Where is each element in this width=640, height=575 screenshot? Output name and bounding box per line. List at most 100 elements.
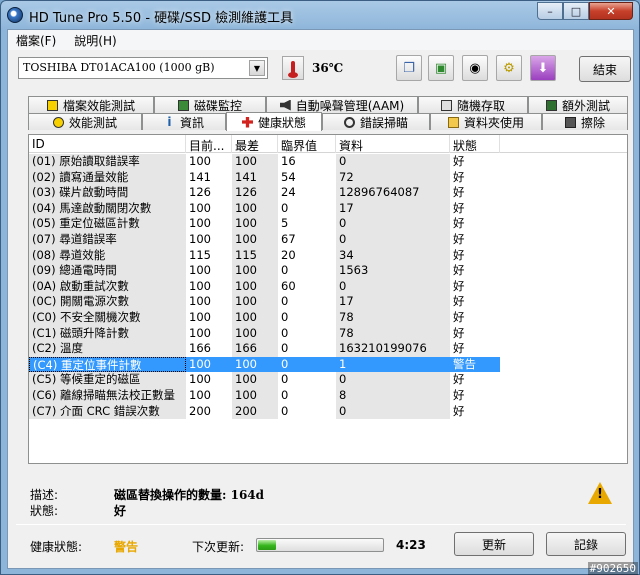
tab-extra-tests[interactable]: 額外測試 <box>528 96 628 113</box>
close-button[interactable]: ✕ <box>589 2 633 20</box>
table-row[interactable]: (02) 讀寫通量效能 141 141 54 72 好 <box>29 169 627 186</box>
cell-worst: 100 <box>232 154 278 170</box>
cell-worst: 100 <box>232 356 278 373</box>
tab-file-benchmark[interactable]: 檔案效能測試 <box>28 96 154 113</box>
cell-threshold: 54 <box>281 169 296 184</box>
cell-id: (0A) 啟動重試次數 <box>29 278 186 295</box>
column-worst[interactable]: 最差 <box>232 135 278 153</box>
log-button[interactable]: 記錄 <box>546 532 626 556</box>
progress-fill <box>258 540 276 550</box>
table-row[interactable]: (0A) 啟動重試次數 100 100 60 0 好 <box>29 278 627 295</box>
menu-help[interactable]: 說明(H) <box>74 32 116 49</box>
cell-worst: 100 <box>232 325 278 342</box>
tab-disk-monitor[interactable]: 磁碟監控 <box>154 96 266 113</box>
divider <box>16 524 626 525</box>
cell-worst: 100 <box>232 263 278 279</box>
tab-erase[interactable]: 擦除 <box>542 113 628 130</box>
title-bar[interactable]: HD Tune Pro 5.50 - 硬碟/SSD 檢測維護工具 – □ ✕ <box>1 1 639 29</box>
tab-info[interactable]: i 資訊 <box>142 113 226 130</box>
minimize-button[interactable]: – <box>537 2 563 20</box>
copy-text-button[interactable]: ❐ <box>396 55 422 81</box>
table-row[interactable]: (C2) 溫度 166 166 0 163210199076 好 <box>29 341 627 357</box>
menu-file[interactable]: 檔案(F) <box>16 32 56 49</box>
cell-current: 100 <box>189 154 211 168</box>
cell-data: 34 <box>336 247 450 264</box>
cell-status: 好 <box>453 325 465 340</box>
copy-screenshot-button[interactable]: ▣ <box>428 55 454 81</box>
cell-data: 0 <box>336 403 450 420</box>
cell-id: (04) 馬達啟動關閉次數 <box>29 200 186 217</box>
health-status-label: 健康狀態: <box>30 540 83 554</box>
cell-current: 100 <box>189 231 211 246</box>
table-row[interactable]: (04) 馬達啟動關閉次數 100 100 0 17 好 <box>29 200 627 217</box>
table-row[interactable]: (07) 尋道錯誤率 100 100 67 0 好 <box>29 231 627 248</box>
download-button[interactable]: ⬇ <box>530 55 556 81</box>
description-value: 磁區替換操作的數量: 164d <box>114 488 265 502</box>
tab-benchmark[interactable]: 效能測試 <box>28 113 142 130</box>
table-row[interactable]: (C5) 等候重定的磁區 100 100 0 0 好 <box>29 372 627 388</box>
table-row[interactable]: (0C) 開關電源次數 100 100 0 17 好 <box>29 294 627 310</box>
screenshot-button[interactable]: ◉ <box>462 55 488 81</box>
tab-health[interactable]: 健康狀態 <box>226 112 322 131</box>
tab-aam[interactable]: 自動噪聲管理(AAM) <box>266 96 418 113</box>
drive-select[interactable]: TOSHIBA DT01ACA100 (1000 gB) ▼ <box>18 57 268 79</box>
window-title: HD Tune Pro 5.50 - 硬碟/SSD 檢測維護工具 <box>29 11 294 26</box>
table-row[interactable]: (C1) 磁頭升降計數 100 100 0 78 好 <box>29 325 627 342</box>
table-row[interactable]: (C7) 介面 CRC 錯誤次數 200 200 0 0 好 <box>29 403 627 420</box>
table-row[interactable]: (05) 重定位磁區計數 100 100 5 0 好 <box>29 216 627 232</box>
tab-error-scan[interactable]: 錯誤掃瞄 <box>322 113 430 130</box>
cell-current: 100 <box>189 263 211 278</box>
cell-worst: 200 <box>232 403 278 420</box>
cell-id: (0C) 開關電源次數 <box>29 294 186 310</box>
table-row[interactable]: (C0) 不安全關機次數 100 100 0 78 好 <box>29 309 627 326</box>
cell-current: 200 <box>189 403 211 418</box>
tab-random-access[interactable]: 隨機存取 <box>418 96 528 113</box>
column-current[interactable]: 目前... <box>186 135 232 153</box>
refresh-button[interactable]: 更新 <box>454 532 534 556</box>
cell-worst: 115 <box>232 247 278 264</box>
exit-button[interactable]: 結束 <box>579 56 631 82</box>
disk-monitor-icon <box>177 99 189 111</box>
extra-tests-icon <box>545 99 557 111</box>
copy-icon: ❐ <box>403 60 415 76</box>
cell-worst: 100 <box>232 200 278 217</box>
table-row[interactable]: (C4) 重定位事件計數 100 100 0 1 警告 <box>29 356 627 373</box>
maximize-button[interactable]: □ <box>563 2 589 20</box>
cell-status: 好 <box>453 341 465 356</box>
close-icon: ✕ <box>606 4 616 18</box>
cell-data: 0 <box>336 154 450 170</box>
cell-current: 100 <box>189 387 211 402</box>
status-value: 好 <box>114 504 127 518</box>
table-row[interactable]: (C6) 離線掃瞄無法校正數量 100 100 0 8 好 <box>29 387 627 404</box>
description-area: 描述: 磁區替換操作的數量: 164d 狀態: 好 ! <box>28 482 628 522</box>
cell-status: 好 <box>453 231 465 246</box>
column-data[interactable]: 資料 <box>336 135 450 153</box>
cell-status: 好 <box>453 372 465 387</box>
footer-bar: 健康狀態: 警告 下次更新: 4:23 更新 記錄 <box>8 530 633 560</box>
column-id[interactable]: ID <box>29 135 186 153</box>
column-status[interactable]: 狀態 <box>450 135 500 153</box>
client-area: 檔案(F) 說明(H) TOSHIBA DT01ACA100 (1000 gB)… <box>7 29 634 569</box>
cell-data: 78 <box>336 325 450 342</box>
cell-worst: 100 <box>232 372 278 388</box>
cell-worst: 141 <box>232 169 278 186</box>
table-row[interactable]: (08) 尋道效能 115 115 20 34 好 <box>29 247 627 264</box>
cell-id: (C4) 重定位事件計數 <box>29 356 186 373</box>
file-benchmark-icon <box>46 99 58 111</box>
table-row[interactable]: (09) 總通電時間 100 100 0 1563 好 <box>29 263 627 279</box>
table-row[interactable]: (03) 碟片啟動時間 126 126 24 12896764087 好 <box>29 185 627 201</box>
tab-folder-usage[interactable]: 資料夾使用 <box>430 113 542 130</box>
thermometer-icon <box>282 56 304 80</box>
cell-data: 72 <box>336 169 450 186</box>
download-icon: ⬇ <box>537 60 549 76</box>
cell-id: (08) 尋道效能 <box>29 247 186 264</box>
speaker-icon <box>279 99 291 111</box>
cell-threshold: 60 <box>281 278 296 293</box>
cell-id: (07) 尋道錯誤率 <box>29 231 186 248</box>
options-button[interactable]: ⚙ <box>496 55 522 81</box>
cell-current: 100 <box>189 325 211 340</box>
cell-status: 好 <box>453 185 465 200</box>
cell-status: 好 <box>453 263 465 278</box>
column-threshold[interactable]: 臨界值 <box>278 135 336 153</box>
table-row[interactable]: (01) 原始讀取錯誤率 100 100 16 0 好 <box>29 154 627 170</box>
